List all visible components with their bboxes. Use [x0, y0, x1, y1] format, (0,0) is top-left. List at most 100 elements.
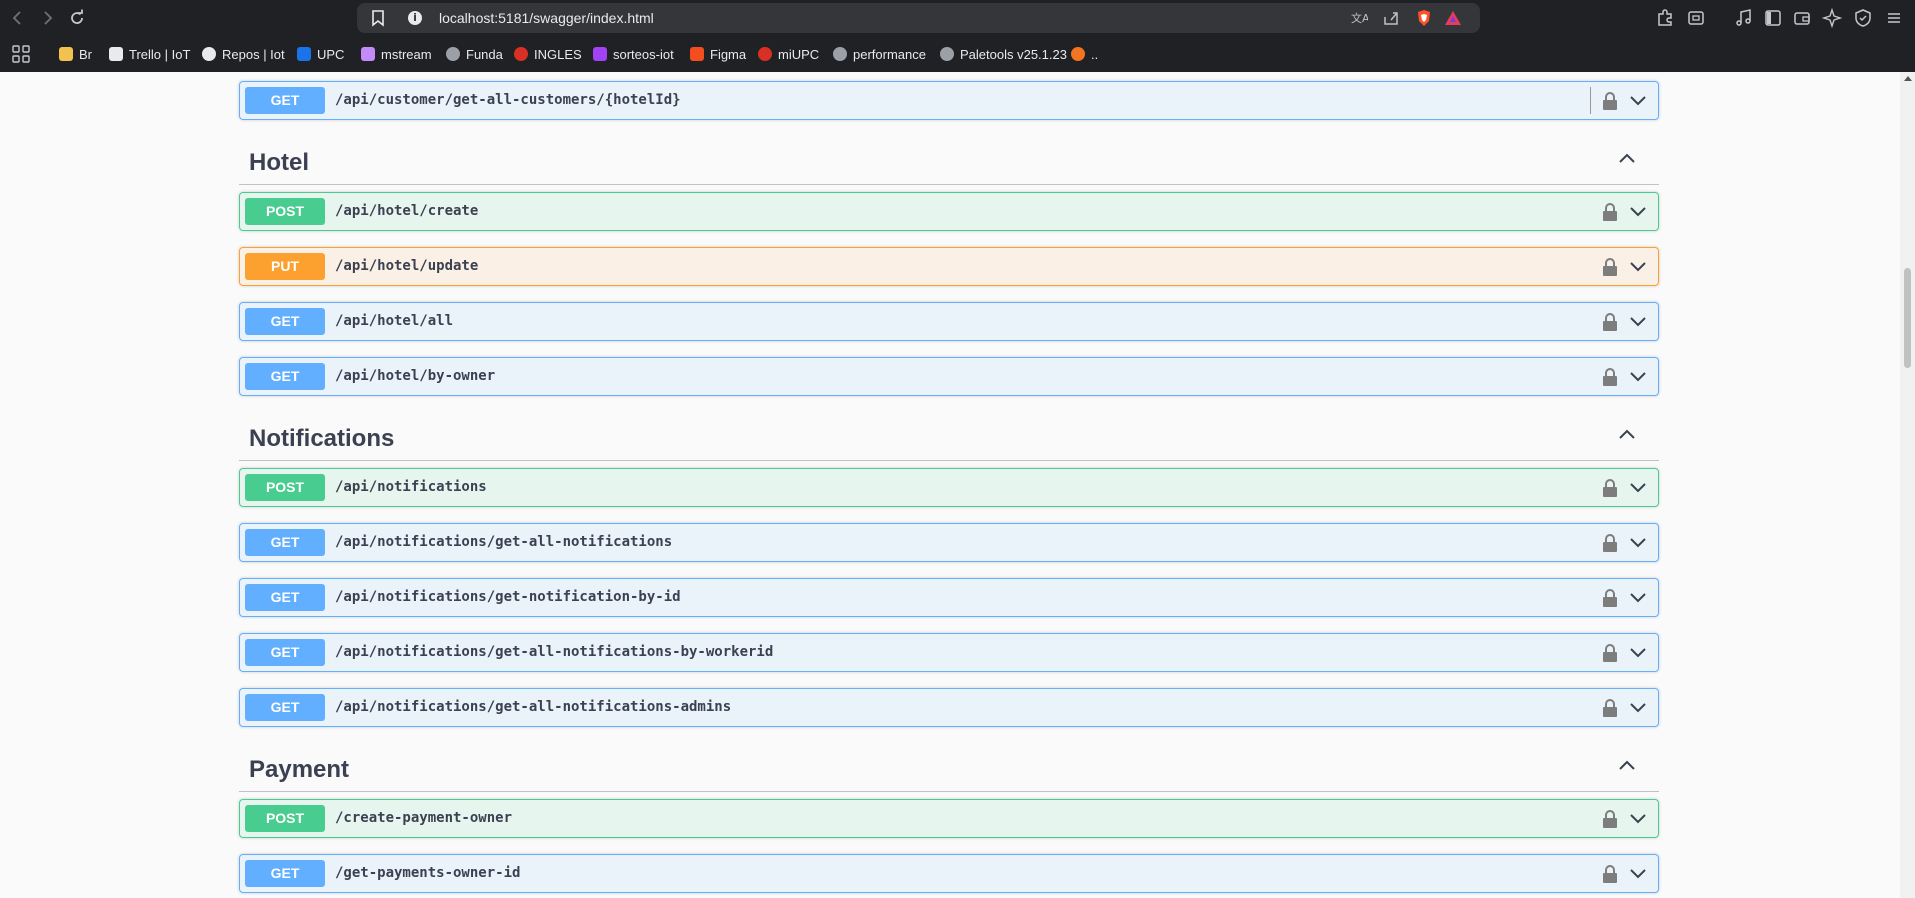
lock-icon[interactable] — [1602, 533, 1618, 553]
chevron-down-icon[interactable] — [1628, 589, 1648, 605]
method-badge[interactable]: PUT — [245, 253, 325, 280]
operation-block[interactable]: GET/api/customer/get-all-customers/{hote… — [239, 81, 1659, 120]
reload-button[interactable] — [63, 4, 91, 32]
endpoint-path[interactable]: /api/customer/get-all-customers/{hotelId… — [335, 92, 681, 108]
wallet-icon[interactable] — [1792, 8, 1812, 28]
operation-block[interactable]: GET/api/hotel/all — [239, 302, 1659, 341]
endpoint-path[interactable]: /api/notifications — [335, 479, 487, 495]
lock-icon[interactable] — [1602, 312, 1618, 332]
endpoint-path[interactable]: /api/hotel/all — [335, 313, 453, 329]
sidebar-icon[interactable] — [1763, 8, 1783, 28]
endpoint-path[interactable]: /create-payment-owner — [335, 810, 512, 826]
tag-section-header[interactable]: Hotel — [239, 139, 1659, 185]
method-badge[interactable]: POST — [245, 474, 325, 501]
bookmark-item[interactable]: miUPC — [758, 45, 819, 63]
bookmark-item[interactable]: Paletools v25.1.23 — [940, 45, 1067, 63]
chevron-down-icon[interactable] — [1628, 368, 1648, 384]
vpn-shield-icon[interactable] — [1853, 8, 1873, 28]
bookmark-item[interactable]: INGLES — [514, 45, 582, 63]
bookmark-item[interactable]: Funda — [446, 45, 503, 63]
operation-block[interactable]: GET/api/notifications/get-all-notificati… — [239, 523, 1659, 562]
endpoint-path[interactable]: /api/hotel/by-owner — [335, 368, 495, 384]
apps-grid-icon[interactable] — [12, 45, 30, 63]
back-button[interactable] — [4, 4, 32, 32]
lock-icon[interactable] — [1602, 257, 1618, 277]
tag-section-header[interactable]: Payment — [239, 746, 1659, 792]
bookmark-item[interactable]: Figma — [690, 45, 746, 63]
method-badge[interactable]: GET — [245, 860, 325, 887]
tag-section-header[interactable]: Notifications — [239, 415, 1659, 461]
extensions-icon[interactable] — [1655, 8, 1675, 28]
scroll-thumb[interactable] — [1904, 268, 1911, 368]
chevron-up-icon[interactable] — [1617, 151, 1637, 165]
brave-shield-icon[interactable] — [1415, 9, 1433, 27]
lock-icon[interactable] — [1602, 367, 1618, 387]
endpoint-path[interactable]: /api/notifications/get-all-notifications — [335, 534, 672, 550]
forward-button[interactable] — [33, 4, 61, 32]
method-badge[interactable]: POST — [245, 198, 325, 225]
music-icon[interactable] — [1734, 8, 1754, 28]
bookmark-item[interactable]: mstream — [361, 45, 432, 63]
screenshot-icon[interactable] — [1686, 8, 1706, 28]
chevron-up-icon[interactable] — [1617, 427, 1637, 441]
leo-ai-icon[interactable] — [1822, 8, 1842, 28]
lock-icon[interactable] — [1602, 478, 1618, 498]
bookmark-icon[interactable] — [369, 9, 387, 27]
operation-block[interactable]: GET/api/hotel/by-owner — [239, 357, 1659, 396]
chevron-down-icon[interactable] — [1628, 865, 1648, 881]
brave-rewards-icon[interactable] — [1444, 9, 1462, 27]
share-icon[interactable] — [1382, 9, 1400, 27]
chevron-down-icon[interactable] — [1628, 92, 1648, 108]
chevron-up-icon[interactable] — [1617, 758, 1637, 772]
method-badge[interactable]: GET — [245, 639, 325, 666]
operation-block[interactable]: POST/api/notifications — [239, 468, 1659, 507]
chevron-down-icon[interactable] — [1628, 203, 1648, 219]
chevron-down-icon[interactable] — [1628, 258, 1648, 274]
bookmark-item[interactable]: sorteos-iot — [593, 45, 674, 63]
bookmark-item[interactable]: .. — [1071, 45, 1098, 63]
operation-block[interactable]: GET/api/notifications/get-notification-b… — [239, 578, 1659, 617]
operation-block[interactable]: POST/create-payment-owner — [239, 799, 1659, 838]
method-badge[interactable]: GET — [245, 694, 325, 721]
lock-icon[interactable] — [1602, 809, 1618, 829]
bookmark-item[interactable]: Trello | IoT — [109, 45, 190, 63]
site-info-icon[interactable]: i — [408, 11, 422, 25]
method-badge[interactable]: GET — [245, 529, 325, 556]
tag-title[interactable]: Notifications — [249, 425, 394, 453]
operation-block[interactable]: PUT/api/hotel/update — [239, 247, 1659, 286]
bookmark-item[interactable]: Br — [59, 45, 92, 63]
method-badge[interactable]: GET — [245, 584, 325, 611]
chevron-down-icon[interactable] — [1628, 479, 1648, 495]
lock-icon[interactable] — [1602, 588, 1618, 608]
tag-title[interactable]: Hotel — [249, 149, 309, 177]
operation-block[interactable]: GET/api/notifications/get-all-notificati… — [239, 633, 1659, 672]
lock-icon[interactable] — [1602, 202, 1618, 222]
vertical-scrollbar[interactable] — [1900, 72, 1915, 898]
tag-title[interactable]: Payment — [249, 756, 349, 784]
translate-icon[interactable]: 文A — [1350, 9, 1368, 27]
chevron-down-icon[interactable] — [1628, 313, 1648, 329]
endpoint-path[interactable]: /get-payments-owner-id — [335, 865, 520, 881]
method-badge[interactable]: GET — [245, 308, 325, 335]
lock-icon[interactable] — [1602, 698, 1618, 718]
method-badge[interactable]: POST — [245, 805, 325, 832]
bookmark-item[interactable]: Repos | Iot — [202, 45, 285, 63]
endpoint-path[interactable]: /api/hotel/create — [335, 203, 478, 219]
bookmark-item[interactable]: UPC — [297, 45, 344, 63]
lock-icon[interactable] — [1602, 91, 1618, 111]
endpoint-path[interactable]: /api/notifications/get-all-notifications… — [335, 644, 773, 660]
chevron-down-icon[interactable] — [1628, 534, 1648, 550]
menu-icon[interactable] — [1884, 8, 1904, 28]
endpoint-path[interactable]: /api/hotel/update — [335, 258, 478, 274]
scroll-up-arrow-icon[interactable] — [1904, 76, 1912, 81]
operation-block[interactable]: POST/api/hotel/create — [239, 192, 1659, 231]
bookmark-item[interactable]: performance — [833, 45, 926, 63]
method-badge[interactable]: GET — [245, 363, 325, 390]
url-text[interactable]: localhost:5181/swagger/index.html — [439, 10, 654, 26]
chevron-down-icon[interactable] — [1628, 810, 1648, 826]
lock-icon[interactable] — [1602, 864, 1618, 884]
operation-block[interactable]: GET/api/notifications/get-all-notificati… — [239, 688, 1659, 727]
chevron-down-icon[interactable] — [1628, 644, 1648, 660]
endpoint-path[interactable]: /api/notifications/get-all-notifications… — [335, 699, 731, 715]
operation-block[interactable]: GET/get-payments-owner-id — [239, 854, 1659, 893]
